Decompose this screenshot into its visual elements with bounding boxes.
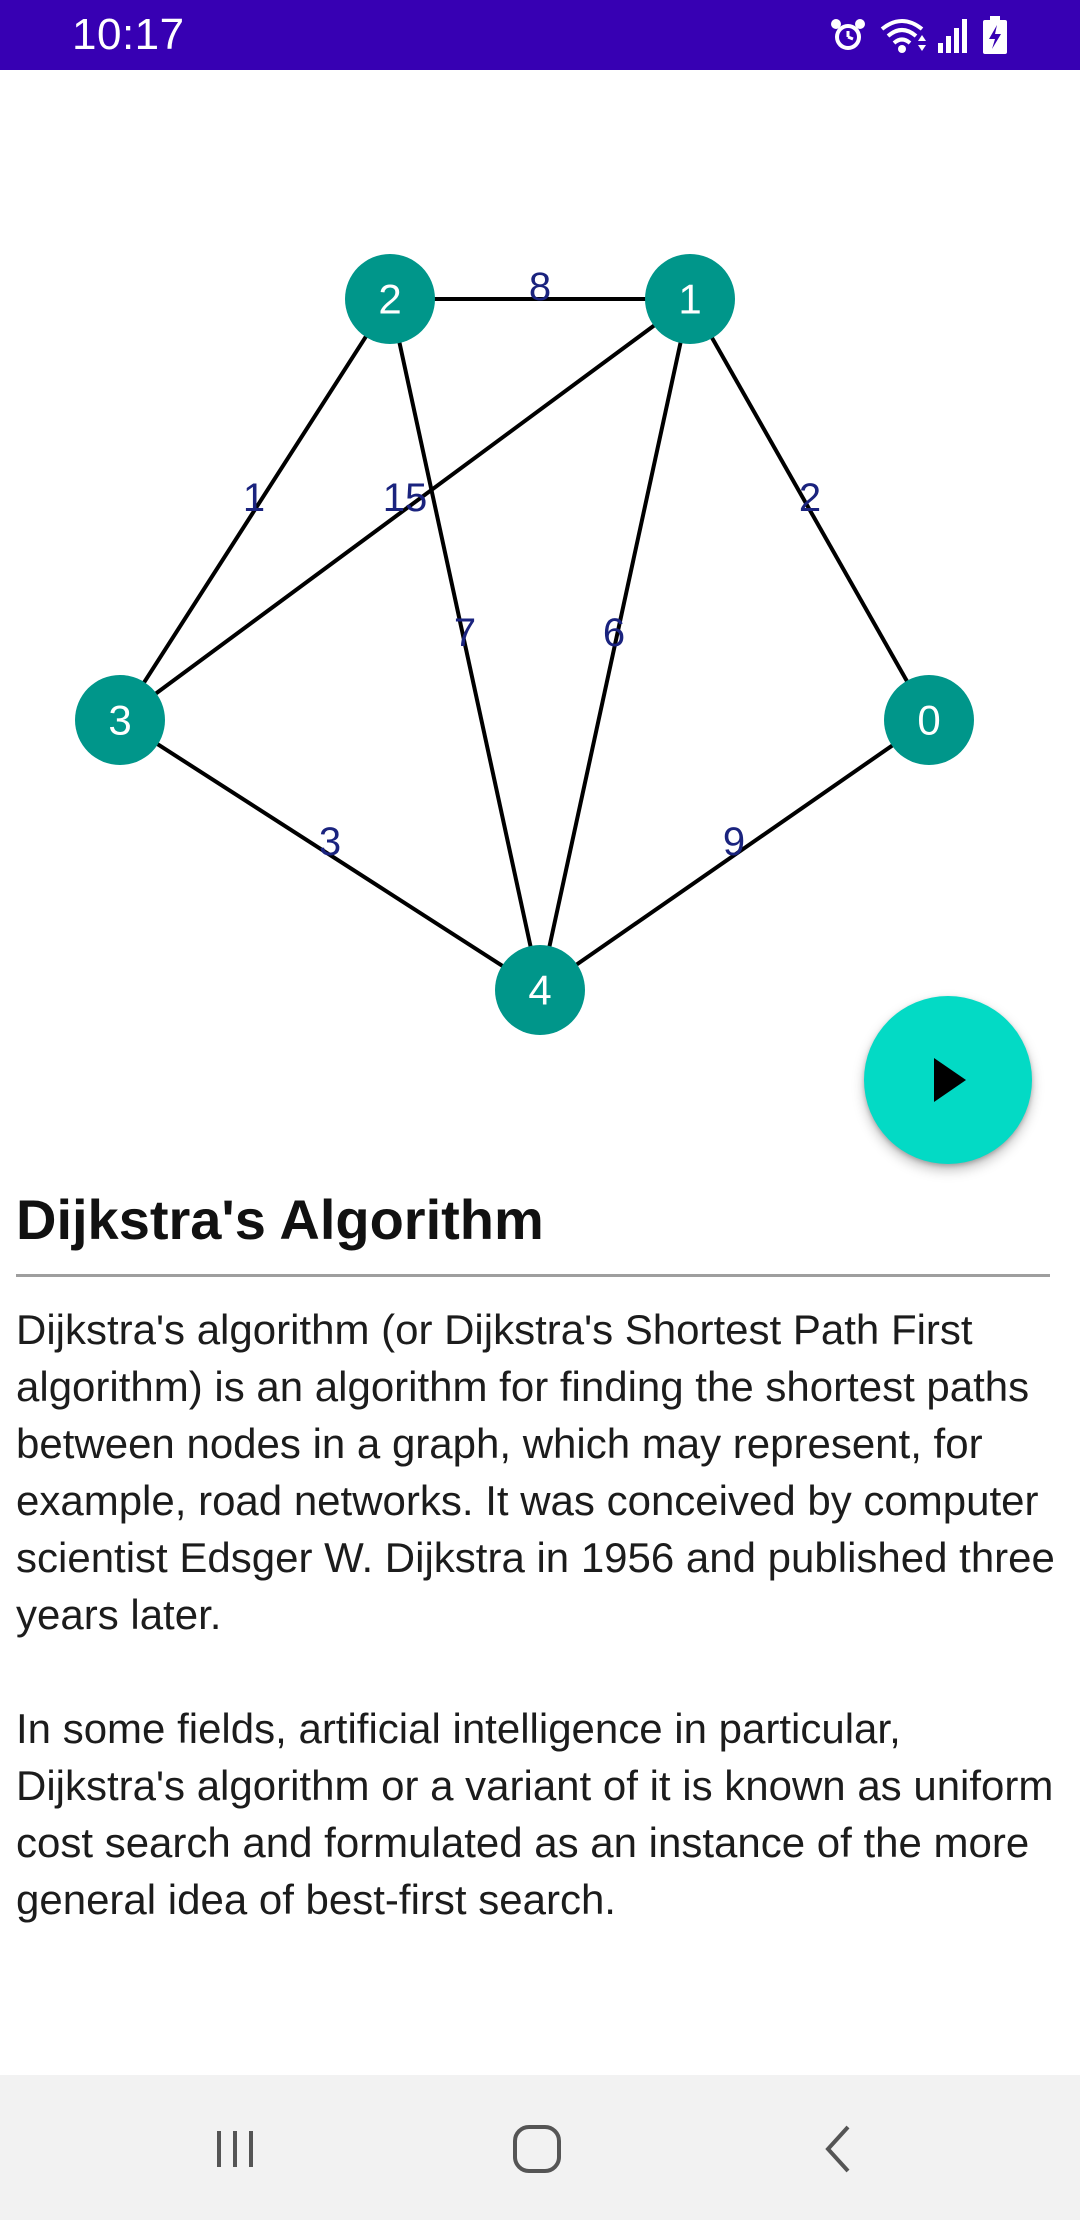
edge-weight-label: 9 xyxy=(723,820,745,864)
graph-node-1[interactable]: 1 xyxy=(645,254,735,344)
edge-weight-label: 1 xyxy=(243,476,265,520)
divider xyxy=(16,1274,1050,1277)
description: Dijkstra's algorithm (or Dijkstra's Shor… xyxy=(16,1301,1066,1985)
graph-node-3[interactable]: 3 xyxy=(75,675,165,765)
edge-weight-label: 3 xyxy=(319,820,341,864)
description-paragraph: In some fields, artificial intelligence … xyxy=(16,1705,1054,1923)
alarm-icon xyxy=(828,15,868,55)
node-label: 2 xyxy=(378,276,401,323)
edge-weight-label: 15 xyxy=(383,476,428,520)
page-title: Dijkstra's Algorithm xyxy=(16,1188,544,1251)
node-label: 0 xyxy=(917,697,940,744)
graph-node-2[interactable]: 2 xyxy=(345,254,435,344)
graph-node-4[interactable]: 4 xyxy=(495,945,585,1035)
recents-button[interactable] xyxy=(195,2117,275,2181)
wifi-icon xyxy=(878,15,926,55)
node-label: 1 xyxy=(678,276,701,323)
home-button[interactable] xyxy=(497,2117,577,2181)
play-icon xyxy=(934,1058,966,1102)
back-icon xyxy=(825,2125,850,2173)
recents-icon xyxy=(217,2131,253,2167)
home-icon xyxy=(513,2125,561,2173)
status-time: 10:17 xyxy=(72,10,185,59)
edge-weight-label: 2 xyxy=(799,476,821,520)
description-paragraph: Dijkstra's algorithm (or Dijkstra's Shor… xyxy=(16,1306,1055,1638)
battery-charging-icon xyxy=(982,15,1008,55)
node-label: 3 xyxy=(108,697,131,744)
graph-node-0[interactable]: 0 xyxy=(884,675,974,765)
edge-weight-label: 6 xyxy=(603,611,625,655)
node-label: 4 xyxy=(528,967,551,1014)
edge-weight-label: 7 xyxy=(454,611,476,655)
edge-weight-label: 8 xyxy=(529,265,551,309)
signal-icon xyxy=(936,15,972,55)
play-button[interactable] xyxy=(864,996,1032,1164)
status-icons xyxy=(828,14,1008,56)
back-button[interactable] xyxy=(800,2117,880,2181)
navigation-bar xyxy=(0,2075,1080,2220)
status-bar: 10:17 xyxy=(0,0,1080,70)
edge-layer xyxy=(118,297,931,992)
